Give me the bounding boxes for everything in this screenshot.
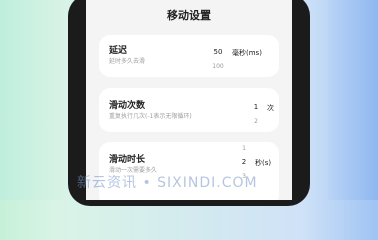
- delay-unit: 毫秒(ms): [232, 49, 262, 57]
- delay-desc: 延时多久去滑: [109, 58, 146, 65]
- swipe-count-desc: 重复执行几次(-1表示无限循环): [109, 113, 192, 120]
- swipe-count-picker-next[interactable]: 2: [247, 118, 265, 125]
- delay-title: 延迟: [109, 46, 128, 56]
- delay-card: 延迟 延时多久去滑 50 100 毫秒(ms): [99, 35, 279, 77]
- delay-picker-next[interactable]: 100: [209, 63, 227, 70]
- watermark: 新云资讯 • SIXINDI.COM: [77, 175, 258, 191]
- swipe-count-unit: 次: [267, 104, 274, 112]
- swipe-duration-title: 滑动时长: [109, 155, 146, 165]
- background-right: [328, 0, 378, 200]
- swipe-count-picker-selected[interactable]: 1: [247, 103, 265, 111]
- background-left: [0, 0, 64, 200]
- settings-screen: 移动设置 延迟 延时多久去滑 50 100 毫秒(ms) 滑动次数 重复执行几次…: [86, 0, 292, 200]
- swipe-count-title: 滑动次数: [109, 101, 146, 111]
- swipe-count-card: 滑动次数 重复执行几次(-1表示无限循环) 1 2 次: [99, 88, 279, 132]
- page-title: 移动设置: [167, 9, 211, 22]
- swipe-duration-unit: 秒(s): [255, 159, 272, 167]
- delay-picker-selected[interactable]: 50: [209, 48, 227, 56]
- swipe-duration-picker-prev[interactable]: 1: [235, 145, 253, 152]
- swipe-duration-picker-selected[interactable]: 2: [235, 158, 253, 166]
